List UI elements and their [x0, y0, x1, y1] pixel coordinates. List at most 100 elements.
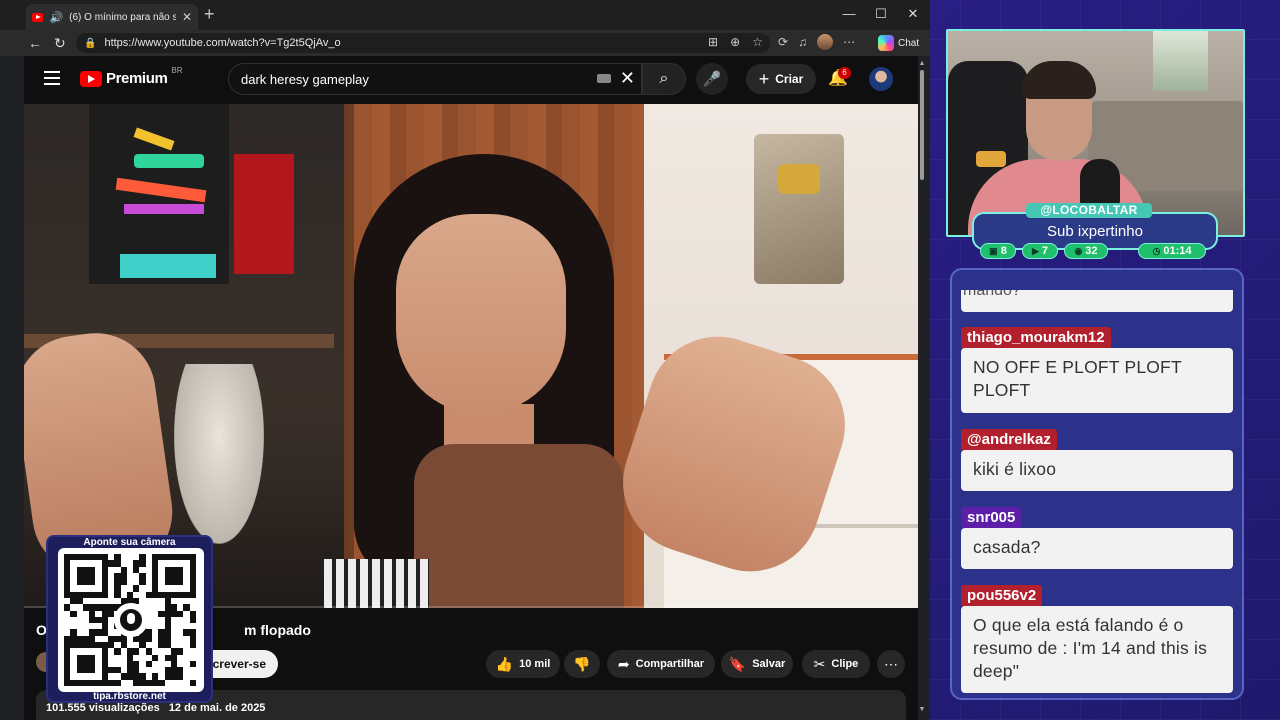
video-meta: 101.555 visualizações 12 de mai. de 2025 [46, 702, 271, 714]
scroll-up-icon[interactable]: ▲ [918, 60, 926, 67]
chair-logo [976, 151, 1006, 167]
voice-search-button[interactable]: 🎤 [696, 63, 728, 95]
stat-value: 7 [1041, 245, 1049, 257]
like-button[interactable]: 👍 10 mil [486, 650, 560, 678]
save-button[interactable]: 🔖 Salvar [721, 650, 793, 678]
zoom-icon[interactable]: ⊕ [730, 35, 740, 49]
play-button-plaque [754, 134, 844, 284]
chat-username: snr005 [961, 507, 1022, 529]
stat-uptime: ◷ 01:14 [1138, 243, 1206, 259]
qr-center-logo [114, 603, 148, 637]
stat-twitch: ▣ 8 [980, 243, 1016, 259]
copilot-chat-button[interactable]: Chat [878, 33, 919, 53]
stat-value: 01:14 [1163, 245, 1192, 257]
qr-url: tipa.rbstore.net [93, 691, 166, 702]
reload-icon[interactable]: ↻ [54, 35, 66, 52]
back-icon[interactable]: ← [28, 35, 42, 51]
address-actions: ⊞ ⊕ ☆ [708, 35, 763, 49]
stat-value: 32 [1085, 245, 1098, 257]
stream-subtitle: Sub ixpertinho [1047, 223, 1143, 240]
thumbs-up-icon: 👍 [495, 655, 514, 672]
extensions-icon[interactable]: ⟳ [778, 35, 788, 49]
room-window [1153, 31, 1208, 91]
search-query: dark heresy gameplay [241, 71, 369, 87]
youtube-favicon-icon [32, 12, 44, 22]
chat-message: O que ela está falando é o resumo de : I… [961, 606, 1233, 693]
streamer-handle: @LOCOBALTAR [1026, 203, 1152, 218]
dislike-button[interactable]: 👎 [564, 650, 600, 678]
scrollbar-thumb[interactable] [920, 70, 924, 180]
browser-tab[interactable]: 🔊 (6) O mínimo para não ser um ✕ [26, 4, 198, 30]
save-label: Salvar [752, 658, 786, 670]
youtube-play-logo-icon [80, 70, 102, 87]
media-icon[interactable]: ♫ [798, 35, 807, 49]
stat-kick: ◉ 32 [1064, 243, 1108, 259]
plus-icon: + [758, 69, 770, 89]
bookmark-icon: 🔖 [728, 655, 747, 672]
video-player[interactable] [24, 104, 918, 608]
mug [324, 559, 429, 608]
search-input[interactable]: dark heresy gameplay ✕ [228, 63, 642, 95]
thumbs-down-icon: 👎 [573, 655, 591, 672]
youtube-logo[interactable]: Premium BR [80, 66, 183, 87]
video-title-end: m flopado [244, 622, 311, 638]
streamer-hair [1022, 61, 1096, 99]
search-button[interactable]: ⌕ [642, 63, 686, 95]
site-info-icon[interactable]: 🔒 [84, 38, 96, 49]
chat-message-clipped: mando? [961, 290, 1233, 312]
book-stripe [134, 154, 204, 168]
create-label: Criar [775, 72, 804, 86]
share-icon: ➦ [617, 655, 630, 672]
red-book [234, 154, 294, 274]
qr-code [58, 548, 204, 692]
chat-message: NO OFF E PLOFT PLOFT PLOFT [961, 348, 1233, 413]
new-tab-icon[interactable]: + [204, 4, 215, 24]
minimize-icon[interactable]: — [834, 6, 864, 21]
guide-menu-icon[interactable] [44, 71, 60, 85]
close-window-icon[interactable]: ✕ [898, 6, 928, 22]
audio-playing-icon[interactable]: 🔊 [49, 11, 63, 24]
profile-avatar[interactable] [817, 34, 834, 50]
favorite-star-icon[interactable]: ☆ [752, 35, 763, 49]
close-tab-icon[interactable]: ✕ [182, 10, 192, 24]
chat-username: pou556v2 [961, 585, 1043, 607]
clear-search-icon[interactable]: ✕ [620, 68, 635, 89]
microphone-icon: 🎤 [702, 71, 722, 88]
more-actions-button[interactable]: ⋯ [877, 650, 905, 678]
chat-message: casada? [961, 528, 1233, 569]
kick-icon: ◉ [1074, 245, 1083, 256]
stat-youtube: ▶ 7 [1022, 243, 1058, 259]
microphone-head-icon [120, 609, 142, 631]
chat-label: Chat [898, 37, 920, 49]
more-dots-icon: ⋯ [884, 655, 898, 672]
upload-date: 12 de mai. de 2025 [168, 702, 266, 714]
more-menu-icon[interactable]: ⋯ [843, 35, 855, 49]
notification-badge: 6 [838, 67, 851, 79]
youtube-header: Premium BR dark heresy gameplay ✕ ⌕ 🎤 + … [24, 56, 918, 104]
address-bar: ← ↻ 🔒 https://www.youtube.com/watch?v=Tg… [0, 30, 930, 56]
create-button[interactable]: + Criar [746, 64, 816, 94]
extensions: ⟳ ♫ ⋯ [778, 34, 855, 50]
chat-username: thiago_mourakm12 [961, 327, 1111, 349]
youtube-icon: ▶ [1031, 245, 1039, 256]
search-icon: ⌕ [659, 70, 669, 87]
chat-username: @andrelkaz [961, 429, 1057, 451]
twitch-icon: ▣ [989, 245, 998, 256]
share-button[interactable]: ➦ Compartilhar [607, 650, 715, 678]
stat-value: 8 [1000, 245, 1007, 257]
presenter-face [396, 214, 566, 414]
brand-label: Premium [106, 70, 168, 87]
scroll-down-icon[interactable]: ▼ [918, 706, 926, 713]
url-field[interactable]: 🔒 https://www.youtube.com/watch?v=Tg2t5Q… [76, 33, 770, 53]
chat-text-clipped: mando? [963, 290, 1021, 299]
maximize-icon[interactable]: ☐ [866, 6, 896, 22]
account-avatar[interactable] [869, 67, 893, 91]
app-available-icon[interactable]: ⊞ [708, 35, 718, 49]
tab-title: (6) O mínimo para não ser um [69, 11, 176, 23]
view-count: 101.555 visualizações [46, 702, 160, 714]
clip-button[interactable]: ✂ Clipe [802, 650, 870, 678]
like-count: 10 mil [519, 658, 551, 670]
keyboard-icon[interactable] [597, 74, 611, 83]
qr-module [189, 679, 196, 686]
region-label: BR [171, 66, 183, 75]
